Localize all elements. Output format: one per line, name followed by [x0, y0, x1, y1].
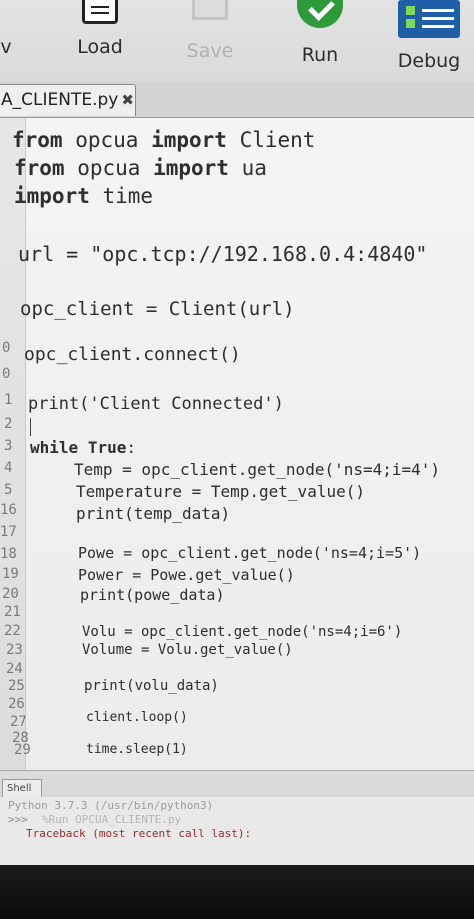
line-number: 2: [4, 416, 13, 432]
line-number: 20: [2, 586, 19, 602]
line-number-gutter: 0 0 1 2 3 4 5 16 17 18 19 20 21 22 23 24…: [0, 118, 31, 770]
line-number: 23: [6, 642, 23, 658]
debug-label: Debug: [397, 50, 461, 72]
line-number: 21: [4, 604, 21, 620]
save-icon: [192, 0, 228, 20]
line-number: 1: [4, 392, 13, 408]
line-number: 18: [0, 546, 17, 562]
code-line: print('Client Connected'): [28, 394, 284, 414]
line-number: 25: [8, 678, 25, 694]
shell-output[interactable]: Python 3.7.3 (/usr/bin/python3) >>> %Run…: [0, 797, 474, 865]
code-editor[interactable]: 0 0 1 2 3 4 5 16 17 18 19 20 21 22 23 24…: [0, 118, 474, 770]
line-number: 16: [0, 502, 17, 518]
line-number: 0: [2, 366, 11, 382]
tab-opcua-cliente[interactable]: A_CLIENTE.py ✖: [0, 84, 136, 116]
text-cursor: [30, 418, 31, 436]
debug-icon: [398, 0, 460, 38]
code-line: Temp = opc_client.get_node('ns=4;i=4'): [74, 460, 441, 479]
code-line: from opcua import Client: [12, 128, 316, 152]
code-line: Volu = opc_client.get_node('ns=4;i=6'): [82, 624, 403, 640]
toolbar: v Load Save Run Debug: [0, 0, 474, 82]
code-line: opc_client = Client(url): [20, 298, 295, 320]
line-number: 22: [4, 623, 21, 639]
monitor-bezel: [0, 865, 474, 919]
toolbar-stub-label: v: [0, 36, 12, 58]
shell-panel: Shell Python 3.7.3 (/usr/bin/python3) >>…: [0, 770, 474, 865]
code-line: opc_client.connect(): [24, 344, 241, 365]
line-number: 5: [4, 482, 13, 498]
code-line: Power = Powe.get_value(): [78, 566, 295, 584]
shell-run-command: %Run OPCUA_CLIENTE.py: [42, 813, 182, 826]
shell-version-line: Python 3.7.3 (/usr/bin/python3): [8, 799, 214, 812]
tab-title: A_CLIENTE.py: [1, 90, 119, 110]
code-line: client.loop(): [86, 710, 188, 725]
code-line: Volume = Volu.get_value(): [82, 642, 293, 658]
line-number: 24: [6, 661, 23, 677]
load-icon: [82, 0, 118, 24]
close-icon[interactable]: ✖: [121, 91, 134, 109]
code-line: import time: [14, 184, 154, 208]
shell-prompt: >>>: [8, 813, 28, 826]
run-label: Run: [301, 44, 339, 66]
line-number: 3: [4, 438, 13, 454]
code-line: print(volu_data): [84, 678, 219, 694]
editor-tab-bar: A_CLIENTE.py ✖: [0, 82, 474, 118]
line-number: 0: [2, 340, 11, 356]
code-line: print(powe_data): [80, 586, 225, 604]
code-line: from opcua import ua: [14, 156, 267, 180]
shell-traceback: Traceback (most recent call last):: [26, 827, 252, 840]
code-line: time.sleep(1): [86, 742, 188, 757]
code-line: Powe = opc_client.get_node('ns=4;i=5'): [78, 544, 422, 562]
code-line: url = "opc.tcp://192.168.0.4:4840": [18, 242, 428, 266]
run-icon: [297, 0, 343, 28]
line-number: 29: [14, 742, 31, 758]
load-label: Load: [77, 36, 123, 58]
code-line: while True:: [30, 438, 136, 457]
code-line: Temperature = Temp.get_value(): [76, 482, 365, 501]
line-number: 27: [10, 714, 27, 730]
code-line: print(temp_data): [76, 504, 231, 523]
line-number: 19: [2, 566, 19, 582]
line-number: 17: [0, 524, 17, 540]
line-number: 4: [4, 460, 13, 476]
line-number: 26: [8, 696, 25, 712]
tab-shell[interactable]: Shell: [2, 779, 42, 797]
thonny-screen: v Load Save Run Debug A_CLIENTE.py ✖ 0 0 …: [0, 0, 474, 865]
save-label: Save: [186, 40, 234, 62]
